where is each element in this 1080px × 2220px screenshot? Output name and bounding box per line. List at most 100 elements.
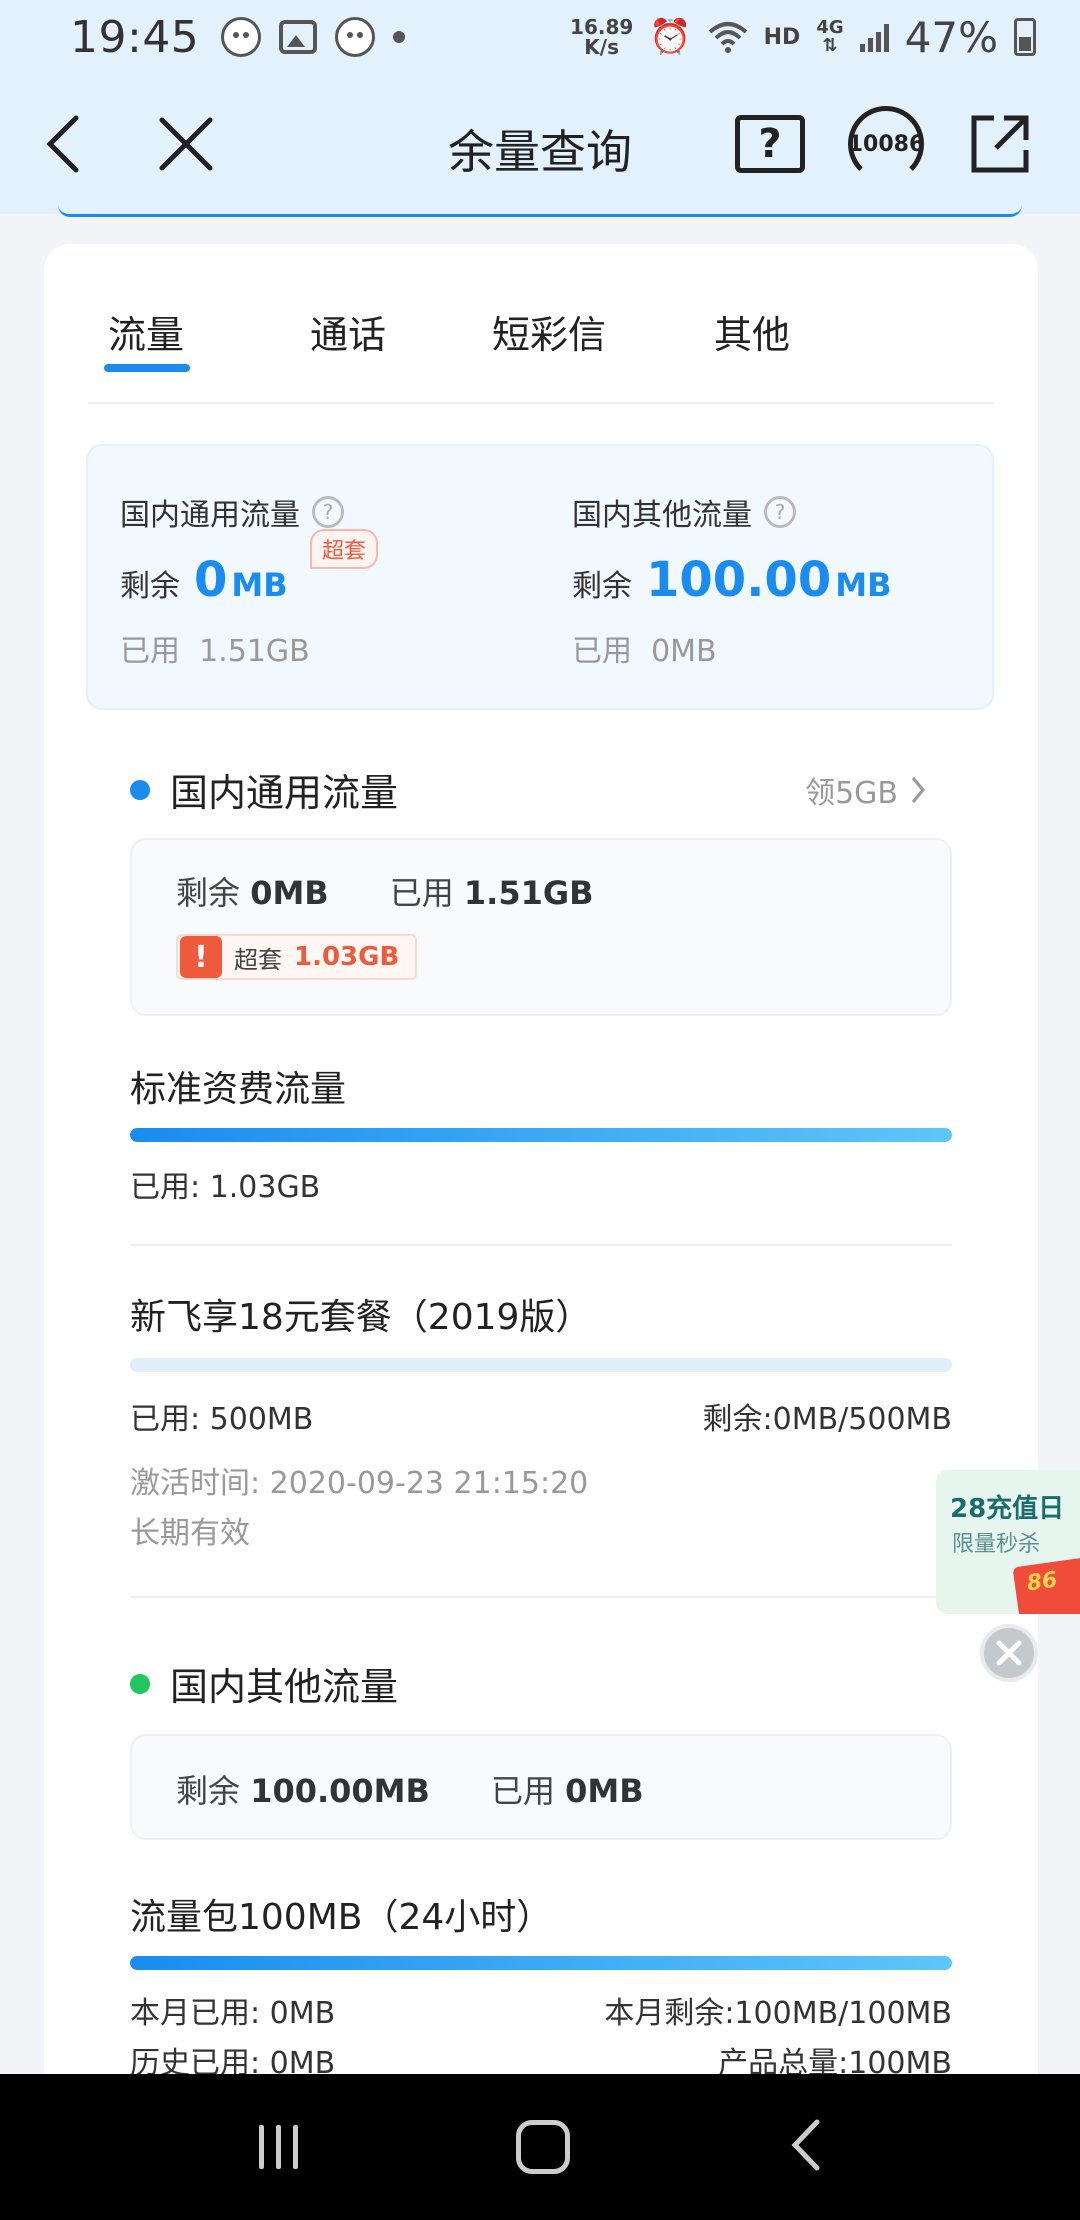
wifi-icon <box>708 22 747 53</box>
claim-5gb-link[interactable]: 领5GB <box>805 768 926 812</box>
daypass-pkg-title: 流量包100MB（24小时） <box>130 1897 553 1938</box>
other-detail-box: 剩余 100.00MB 已用 0MB <box>130 1734 952 1840</box>
plan-pkg-progress <box>130 1358 952 1372</box>
close-icon <box>996 1640 1022 1666</box>
home-button[interactable] <box>516 2120 571 2174</box>
progress-fill <box>130 1956 952 1970</box>
section-general-title: 国内通用流量 <box>170 771 399 815</box>
close-promo-button[interactable] <box>980 1624 1038 1682</box>
used-label: 已用 <box>490 1772 555 1810</box>
plan-pkg-remain: 剩余:0MB/500MB <box>702 1402 953 1437</box>
gallery-icon <box>279 20 318 54</box>
other-used-value: 0MB <box>565 1772 644 1810</box>
signal-icon <box>859 22 889 52</box>
general-used-value: 1.51GB <box>463 874 594 912</box>
tab-calls[interactable]: 通话 <box>310 304 386 359</box>
remain-unit: MB <box>835 566 892 604</box>
help-circle-icon[interactable]: ? <box>312 496 344 528</box>
help-button[interactable]: ? <box>730 104 810 184</box>
battery-icon <box>1014 18 1036 56</box>
status-bar: 19:45 16.89 K/s ⏰ HD 4G ⇅ 47% <box>0 0 1080 74</box>
network-speed: 16.89 K/s <box>570 15 634 59</box>
general-detail-box: 剩余 0MB 已用 1.51GB ! 超套 1.03GB <box>130 838 952 1016</box>
summary-general-remain: 0 <box>194 552 228 608</box>
used-label: 已用 <box>572 634 632 669</box>
summary-other-remain: 100.00 <box>646 552 832 608</box>
promo-title: 28充值日 <box>950 1494 1065 1524</box>
battery-percent: 47% <box>904 12 998 62</box>
standard-pkg-used: 已用: 1.03GB <box>130 1170 321 1205</box>
section-other-title: 国内其他流量 <box>170 1665 399 1709</box>
network-type: 4G ⇅ <box>816 17 844 56</box>
over-quota-warning: ! 超套 1.03GB <box>176 934 418 980</box>
plan-pkg-validity: 长期有效 <box>130 1516 250 1551</box>
standard-pkg-progress <box>130 1128 952 1142</box>
chevron-left-icon <box>791 2119 820 2171</box>
progress-fill <box>130 1128 952 1142</box>
app-avatar-icon <box>221 17 262 57</box>
remain-label: 剩余 <box>176 874 241 912</box>
active-tab-indicator <box>104 364 190 372</box>
remain-label: 剩余 <box>120 569 180 604</box>
category-tabs: 流量 通话 短彩信 其他 <box>44 244 1038 404</box>
coupon-icon: 86 <box>1012 1556 1080 1614</box>
summary-other-used: 0MB <box>651 634 717 669</box>
divider <box>130 1596 952 1598</box>
other-remain-value: 100.00MB <box>250 1772 430 1810</box>
nav-back-button[interactable] <box>789 2118 821 2176</box>
over-quota-badge: 超套 <box>310 529 379 569</box>
promo-subtitle: 限量秒杀 <box>952 1532 1041 1557</box>
system-nav-bar <box>0 2074 1080 2220</box>
used-label: 已用 <box>120 634 180 669</box>
plan-pkg-used: 已用: 500MB <box>130 1402 314 1437</box>
plan-pkg-usage-row: 已用: 500MB 剩余:0MB/500MB <box>130 1394 952 1438</box>
summary-general-used: 1.51GB <box>199 634 310 669</box>
daypass-month-row: 本月已用: 0MB 本月剩余:100MB/100MB <box>130 1988 952 2032</box>
tabs-divider <box>88 402 994 404</box>
tab-other[interactable]: 其他 <box>714 304 790 359</box>
data-arrows-icon: ⇅ <box>822 35 838 56</box>
general-remain-value: 0MB <box>250 874 329 912</box>
status-time: 19:45 <box>70 11 200 63</box>
alarm-icon: ⏰ <box>649 17 692 57</box>
over-quota-value: 1.03GB <box>294 942 400 972</box>
share-button[interactable] <box>960 104 1040 184</box>
section-general: 国内通用流量 <box>130 762 398 817</box>
tab-data[interactable]: 流量 <box>108 304 184 359</box>
hd-voice-indicator: HD <box>763 24 801 50</box>
daypass-pkg-progress <box>130 1956 952 1970</box>
standard-pkg-title: 标准资费流量 <box>130 1069 347 1110</box>
balance-card: 流量 通话 短彩信 其他 国内通用流量 ? 剩余 0 MB 已用 1.51GB … <box>44 244 1038 2220</box>
summary-other-label: 国内其他流量 <box>572 498 752 533</box>
share-icon <box>971 115 1029 173</box>
remain-unit: MB <box>231 566 288 604</box>
recharge-promo-banner[interactable]: 28充值日 限量秒杀 86 <box>936 1470 1080 1614</box>
summary-general-label: 国内通用流量 <box>120 498 300 533</box>
notification-icons <box>221 17 406 57</box>
customer-service-icon: 10086 <box>848 106 924 182</box>
help-book-icon: ? <box>735 115 805 173</box>
remain-label: 剩余 <box>176 1772 241 1810</box>
section-other: 国内其他流量 <box>130 1656 398 1711</box>
more-notifications-icon <box>393 31 406 43</box>
chevron-right-icon <box>911 777 925 803</box>
data-summary: 国内通用流量 ? 剩余 0 MB 已用 1.51GB 超套 国内其他流量 ? 剩… <box>86 444 994 710</box>
app-avatar-icon <box>335 17 376 57</box>
divider <box>130 1244 952 1246</box>
tab-sms[interactable]: 短彩信 <box>492 304 606 359</box>
summary-general: 国内通用流量 ? 剩余 0 MB 已用 1.51GB <box>120 490 344 670</box>
help-circle-icon[interactable]: ? <box>764 496 796 528</box>
plan-pkg-title: 新飞享18元套餐（2019版） <box>130 1297 592 1338</box>
title-bar: 余量查询 ? 10086 <box>0 74 1080 214</box>
summary-other: 国内其他流量 ? 剩余 100.00 MB 已用 0MB <box>572 490 891 670</box>
blue-dot-icon <box>130 779 150 800</box>
system-icons: 16.89 K/s ⏰ HD 4G ⇅ 47% <box>570 13 1036 62</box>
hotline-button[interactable]: 10086 <box>846 104 926 184</box>
recents-button[interactable] <box>259 2125 299 2169</box>
used-label: 已用 <box>389 874 454 912</box>
plan-pkg-activated: 激活时间: 2020-09-23 21:15:20 <box>130 1466 589 1501</box>
daypass-month-used: 本月已用: 0MB <box>130 1996 336 2031</box>
warning-icon: ! <box>180 936 222 978</box>
green-dot-icon <box>130 1673 150 1694</box>
remain-label: 剩余 <box>572 569 632 604</box>
